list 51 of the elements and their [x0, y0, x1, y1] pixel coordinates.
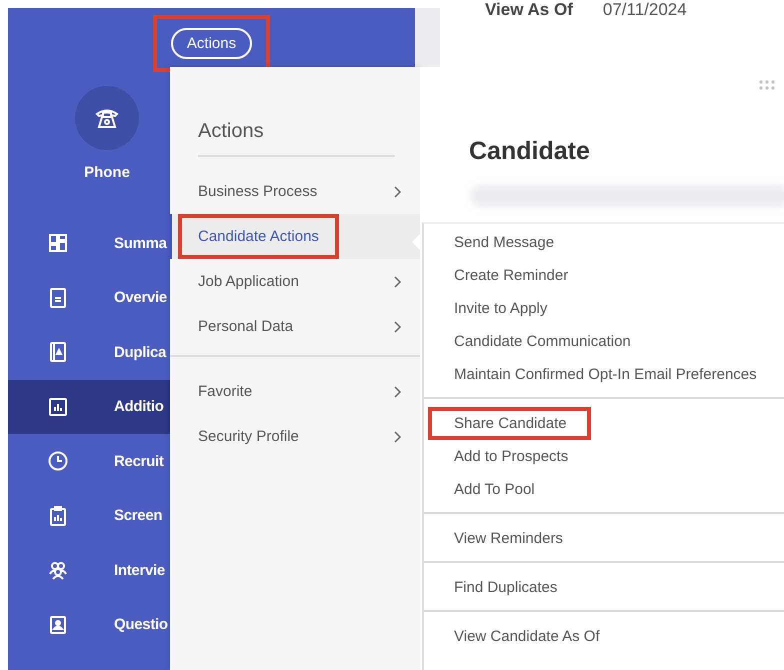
bar-chart-icon	[48, 396, 68, 417]
nav-item[interactable]: Screen	[8, 488, 170, 543]
view-as-of-date: 07/11/2024	[602, 0, 687, 20]
menu-item[interactable]: Create Reminder	[428, 259, 592, 292]
menu-item[interactable]: Send Message	[428, 226, 578, 259]
panel-title: Candidate	[469, 137, 590, 165]
menu-item[interactable]: View Reminders	[428, 522, 587, 555]
view-as-of-label: View As Of	[485, 0, 573, 20]
menu-item[interactable]: Add to Prospects	[428, 440, 592, 473]
menu-item[interactable]: Security Profile	[170, 414, 420, 459]
nav-item[interactable]: Questio	[8, 598, 170, 652]
contact-card-icon	[48, 342, 68, 362]
menu-item[interactable]: Candidate Actions	[170, 214, 420, 259]
menu-item[interactable]: Share Candidate	[428, 407, 591, 440]
menu-item[interactable]: Business Process	[170, 169, 420, 214]
people-icon	[48, 560, 68, 580]
menu-item-label: Security Profile	[197, 427, 300, 447]
person-card-icon	[48, 614, 68, 635]
menu-item[interactable]: Maintain Confirmed Opt-In Email Preferences	[428, 358, 781, 391]
menu-item[interactable]: Add To Pool	[428, 473, 559, 506]
actions-button[interactable]: Actions	[170, 28, 252, 59]
nav-item[interactable]: Overvie	[8, 270, 170, 325]
menu-item[interactable]: Candidate Communication	[428, 325, 655, 358]
drag-handle-icon[interactable]	[758, 79, 776, 91]
profile-label: Phone	[84, 164, 130, 181]
menu-item[interactable]: Job Application	[170, 259, 420, 304]
menu-item-label: Job Application	[197, 272, 300, 292]
document-icon	[48, 288, 68, 308]
chevron-right-icon	[394, 186, 402, 198]
menu-item[interactable]: Personal Data	[170, 304, 420, 349]
clipboard-icon	[48, 506, 68, 526]
nav-item[interactable]: Summa	[8, 216, 170, 270]
clock-icon	[48, 451, 68, 472]
nav-item[interactable]: Recruit	[8, 434, 170, 488]
menu-item-label: Business Process	[197, 182, 318, 202]
menu-item-label: Personal Data	[197, 317, 294, 337]
chevron-right-icon	[394, 276, 402, 288]
menu-item[interactable]: Find Duplicates	[428, 571, 582, 604]
chevron-right-icon	[394, 320, 402, 332]
menu-item-label: Candidate Actions	[178, 214, 339, 259]
nav-item[interactable]: Duplica	[8, 325, 170, 380]
grid-icon	[48, 233, 68, 254]
menu-title: Actions	[198, 120, 395, 157]
nav-item[interactable]: Additio	[8, 380, 170, 434]
menu-item[interactable]: Favorite	[170, 369, 420, 414]
menu-item-label: Favorite	[197, 382, 254, 402]
chevron-right-icon	[394, 386, 402, 398]
menu-item[interactable]: View Candidate As Of	[428, 620, 624, 653]
nav-item[interactable]: Intervie	[8, 543, 170, 598]
chevron-right-icon	[394, 430, 402, 442]
menu-item[interactable]: Invite to Apply	[428, 292, 572, 325]
